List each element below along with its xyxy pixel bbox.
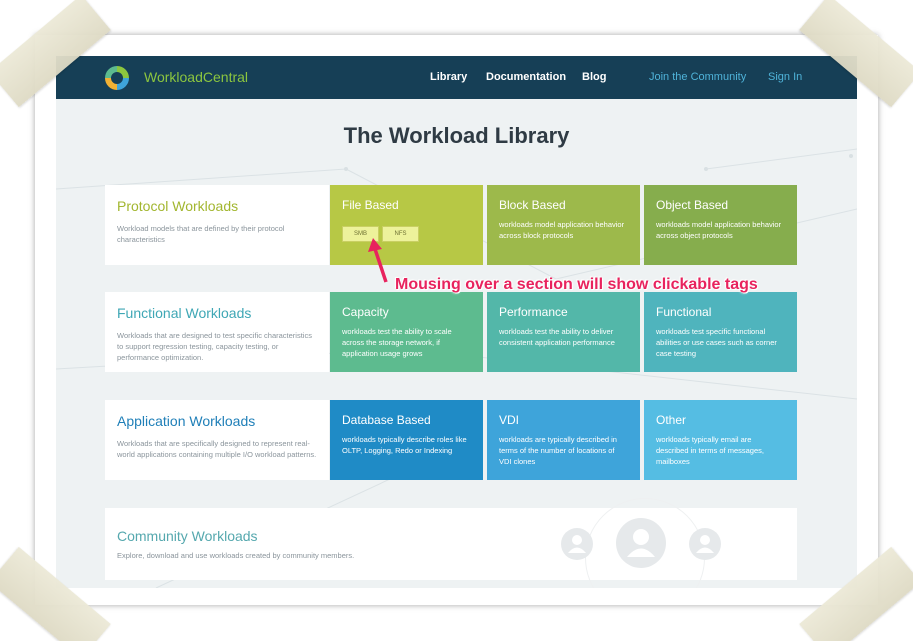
application-workloads-description: Workloads that are specifically designed… — [117, 439, 317, 459]
tile-title: Database Based — [342, 413, 431, 427]
tile-title: Other — [656, 413, 687, 427]
tile-title: Object Based — [656, 198, 729, 212]
tile-title: Capacity — [342, 305, 389, 319]
brand-name-part1: Workload — [144, 69, 203, 85]
functional-workloads-title: Functional Workloads — [117, 305, 252, 321]
tile-description: workloads test specific functional abili… — [656, 327, 777, 358]
tile-performance[interactable]: Performance workloads test the ability t… — [487, 292, 640, 372]
tile-object-based[interactable]: Object Based workloads model application… — [644, 185, 797, 265]
protocol-workloads-section[interactable]: Protocol Workloads Workload models that … — [105, 185, 329, 265]
website-screenshot: WorkloadCentral Library Documentation Bl… — [56, 56, 857, 588]
application-workloads-title: Application Workloads — [117, 413, 256, 429]
tile-description: workloads model application behavior acr… — [656, 220, 782, 240]
tile-title: File Based — [342, 198, 399, 212]
tile-vdi[interactable]: VDI workloads are typically described in… — [487, 400, 640, 480]
tile-title: Performance — [499, 305, 568, 319]
tile-description: workloads model application behavior acr… — [499, 220, 625, 240]
tile-description: workloads are typically described in ter… — [499, 435, 617, 466]
functional-workloads-description: Workloads that are designed to test spec… — [117, 331, 312, 362]
community-member-avatar-icon — [561, 528, 593, 560]
community-workloads-section[interactable]: Community Workloads Explore, download an… — [105, 498, 797, 588]
community-member-avatar-icon — [689, 528, 721, 560]
annotation-callout: Mousing over a section will show clickab… — [395, 276, 758, 293]
tile-description: workloads typically describe roles like … — [342, 435, 467, 455]
nav-sign-in-link[interactable]: Sign In — [768, 71, 802, 83]
nav-library-link[interactable]: Library — [430, 71, 467, 83]
application-workloads-section[interactable]: Application Workloads Workloads that are… — [105, 400, 329, 480]
nav-documentation-link[interactable]: Documentation — [486, 71, 566, 83]
community-member-avatar-icon — [616, 518, 666, 568]
brand-name[interactable]: WorkloadCentral — [144, 69, 248, 85]
protocol-workloads-title: Protocol Workloads — [117, 198, 239, 214]
nav-blog-link[interactable]: Blog — [582, 71, 606, 83]
protocol-workloads-description: Workload models that are defined by thei… — [117, 224, 285, 244]
tile-title: Block Based — [499, 198, 566, 212]
tile-title: Functional — [656, 305, 712, 319]
tile-block-based[interactable]: Block Based workloads model application … — [487, 185, 640, 265]
functional-workloads-section[interactable]: Functional Workloads Workloads that are … — [105, 292, 329, 372]
annotation-arrow-icon — [368, 238, 388, 283]
tile-title: VDI — [499, 413, 520, 427]
tile-file-based[interactable]: File Based SMB NFS — [330, 185, 483, 265]
tile-description: workloads test the ability to scale acro… — [342, 327, 452, 358]
tile-database-based[interactable]: Database Based workloads typically descr… — [330, 400, 483, 480]
tile-functional[interactable]: Functional workloads test specific funct… — [644, 292, 797, 372]
nav-join-community-link[interactable]: Join the Community — [649, 71, 746, 83]
tile-other[interactable]: Other workloads typically email are desc… — [644, 400, 797, 480]
workloadcentral-logo-icon[interactable] — [102, 63, 132, 93]
tile-description: workloads test the ability to deliver co… — [499, 327, 615, 347]
top-navbar: WorkloadCentral Library Documentation Bl… — [56, 56, 857, 99]
tile-capacity[interactable]: Capacity workloads test the ability to s… — [330, 292, 483, 372]
brand-name-part2: Central — [202, 69, 249, 85]
page-title: The Workload Library — [343, 123, 570, 148]
tile-description: workloads typically email are described … — [656, 435, 764, 466]
